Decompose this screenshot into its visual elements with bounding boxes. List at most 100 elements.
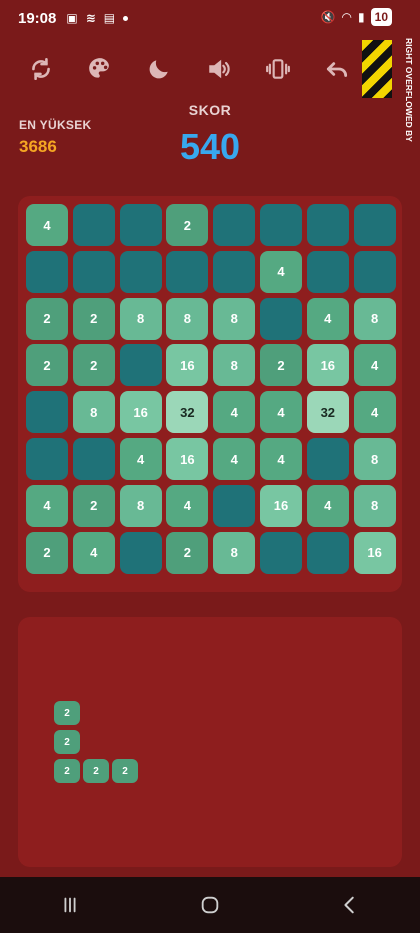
empty-cell — [119, 344, 162, 387]
home-button[interactable] — [190, 885, 230, 925]
tile-2: 2 — [26, 531, 68, 574]
tile-4: 4 — [260, 391, 302, 434]
tile-16: 16 — [119, 391, 162, 434]
tile-8: 8 — [119, 297, 162, 340]
empty-cell — [213, 484, 256, 527]
tile-8: 8 — [119, 484, 162, 527]
tile-4: 4 — [306, 484, 349, 527]
more-notifications-icon — [123, 15, 129, 21]
tile-2: 2 — [166, 531, 209, 574]
empty-cell — [306, 204, 349, 246]
tile-2: 2 — [260, 344, 302, 387]
empty-cell — [72, 438, 115, 480]
back-button[interactable] — [330, 885, 370, 925]
recent-apps-button[interactable] — [50, 885, 90, 925]
tile-4: 4 — [306, 297, 349, 340]
empty-cell — [166, 250, 209, 293]
vibrate-icon — [265, 59, 290, 79]
empty-cell — [260, 297, 302, 340]
tile-8: 8 — [166, 297, 209, 340]
tile-4: 4 — [353, 344, 396, 387]
tile-4: 4 — [26, 484, 68, 527]
best-score-label: EN YÜKSEK — [19, 118, 92, 132]
restart-icon — [32, 57, 50, 81]
status-system-icons: 🔇 ◠ ▮ 10 — [321, 8, 392, 26]
empty-cell — [26, 438, 68, 480]
empty-cell — [306, 531, 349, 574]
tile-2: 2 — [72, 297, 115, 340]
tile-16: 16 — [166, 344, 209, 387]
restart-button[interactable] — [24, 52, 58, 86]
tile-4: 4 — [72, 531, 115, 574]
tile-8: 8 — [213, 531, 256, 574]
mute-icon: 🔇 — [320, 10, 336, 24]
tile-4: 4 — [213, 391, 256, 434]
overflow-warning-stripes — [362, 40, 392, 98]
tile-2: 2 — [72, 344, 115, 387]
empty-cell — [119, 204, 162, 246]
tile-32: 32 — [306, 391, 349, 434]
system-nav-bar — [0, 877, 420, 933]
empty-cell — [72, 250, 115, 293]
empty-cell — [306, 438, 349, 480]
piece-block: 2 — [54, 759, 80, 783]
app-notification-icon: ▤ — [103, 11, 116, 25]
tile-4: 4 — [260, 250, 302, 293]
vibration-button[interactable] — [261, 52, 295, 86]
volume-icon — [208, 59, 230, 79]
tile-8: 8 — [72, 391, 115, 434]
tile-32: 32 — [166, 391, 209, 434]
toolbar — [24, 52, 354, 86]
empty-cell — [26, 391, 68, 434]
tile-4: 4 — [26, 204, 68, 246]
best-score: EN YÜKSEK 3686 — [19, 118, 92, 157]
empty-cell — [353, 250, 396, 293]
back-icon — [344, 896, 354, 914]
empty-cell — [260, 204, 302, 246]
tile-16: 16 — [306, 344, 349, 387]
empty-cell — [306, 250, 349, 293]
piece-tray: 22222 — [18, 617, 402, 867]
tile-8: 8 — [353, 297, 396, 340]
tile-8: 8 — [353, 484, 396, 527]
current-score: SKOR 540 — [150, 102, 270, 168]
tile-4: 4 — [119, 438, 162, 480]
palette-icon — [89, 58, 110, 78]
score-value: 540 — [179, 126, 241, 167]
best-score-value: 3686 — [19, 137, 57, 156]
moon-icon — [149, 60, 169, 79]
game-board[interactable]: 4 2 4 2 2 8 8 8 4 8 2 2 16 8 2 16 4 8 16 32 4 4 32 4 4 16 4 4 8 4 2 8 4 1… — [18, 196, 402, 592]
tile-8: 8 — [213, 297, 256, 340]
tile-2: 2 — [72, 484, 115, 527]
overflow-warning-text: RIGHT OVERFLOWED BY 8.0 PIXELS — [396, 38, 414, 142]
piece-block: 2 — [112, 759, 138, 783]
empty-cell — [260, 531, 302, 574]
home-icon — [201, 896, 219, 914]
tile-2: 2 — [26, 344, 68, 387]
empty-cell — [119, 531, 162, 574]
empty-cell — [213, 250, 256, 293]
empty-cell — [353, 204, 396, 246]
signal-graph-icon: ≋ — [85, 11, 96, 25]
piece-block: 2 — [54, 701, 80, 725]
screenshot-icon: ▣ — [66, 11, 78, 25]
undo-icon — [326, 62, 348, 77]
next-piece[interactable]: 22222 — [54, 701, 140, 785]
dark-mode-button[interactable] — [142, 52, 176, 86]
undo-button[interactable] — [320, 52, 354, 86]
tile-16: 16 — [260, 484, 302, 527]
tile-8: 8 — [353, 438, 396, 480]
status-notification-icons: ▣ ≋ ▤ — [66, 11, 129, 25]
sound-button[interactable] — [202, 52, 236, 86]
wifi-icon: ◠ — [341, 10, 353, 24]
tile-16: 16 — [166, 438, 209, 480]
tile-4: 4 — [260, 438, 302, 480]
empty-cell — [26, 250, 68, 293]
theme-button[interactable] — [83, 52, 117, 86]
cell-signal-icon: ▮ — [358, 10, 365, 24]
piece-block: 2 — [54, 730, 80, 754]
tile-2: 2 — [166, 204, 209, 246]
recent-apps-icon — [64, 897, 76, 913]
tile-16: 16 — [353, 531, 396, 574]
battery-indicator: 10 — [370, 8, 392, 26]
